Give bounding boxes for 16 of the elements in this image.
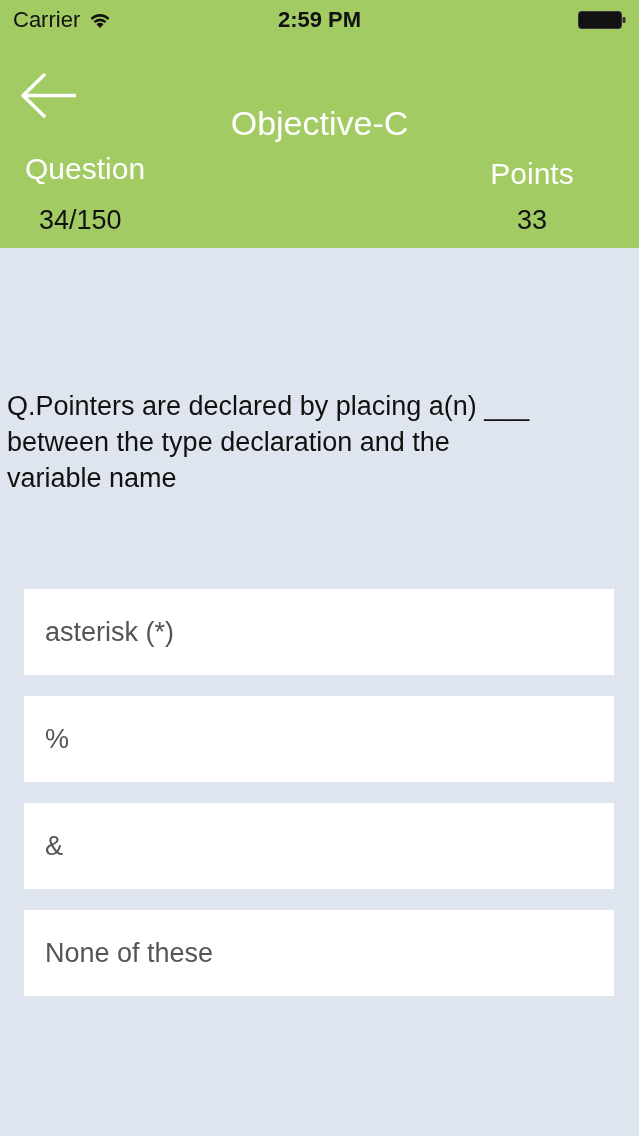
stat-value: 34/150 [39, 205, 122, 235]
answer-option[interactable]: None of these [24, 910, 614, 996]
stat-label: Points [490, 157, 574, 191]
answer-option[interactable]: asterisk (*) [24, 589, 614, 675]
stat-label: Question [25, 152, 146, 186]
question-text: Q.Pointers are declared by placing a(n) ___ between the type declaration and the variable name [7, 390, 531, 495]
back-arrow-icon [20, 73, 76, 118]
carrier-name: Carrier [13, 7, 81, 33]
answer-option[interactable]: & [24, 803, 614, 889]
stat-value: 33 [516, 205, 547, 235]
wifi-icon [89, 12, 112, 28]
back-button[interactable] [20, 73, 76, 118]
battery-icon [578, 11, 626, 29]
screen-title: Objective-C [230, 104, 409, 143]
status-time: 2:59 PM [277, 7, 362, 33]
answer-option[interactable]: % [24, 696, 614, 782]
